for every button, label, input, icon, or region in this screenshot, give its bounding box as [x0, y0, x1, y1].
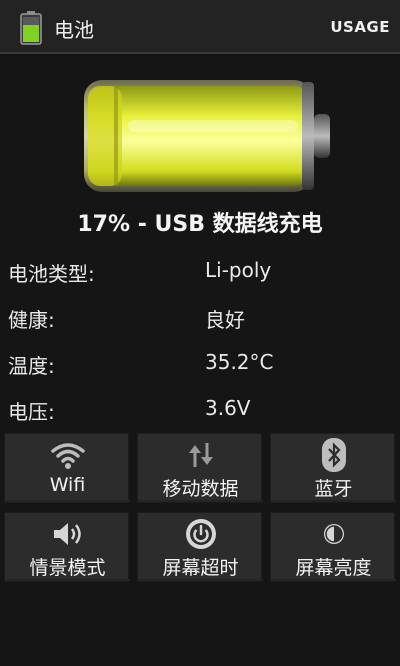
- info-label: 温度:: [8, 354, 55, 378]
- toggle-mobile-data[interactable]: 移动数据: [137, 433, 263, 503]
- app-title: 电池: [54, 18, 94, 42]
- bluetooth-icon: [321, 438, 346, 472]
- usage-button[interactable]: USAGE: [330, 18, 390, 36]
- volume-icon: [53, 523, 81, 545]
- info-label: 电压:: [8, 400, 55, 424]
- wifi-icon: [50, 443, 85, 469]
- toggle-label: 蓝牙: [314, 478, 353, 500]
- toggle-bluetooth[interactable]: 蓝牙: [270, 433, 396, 503]
- toggle-screen-timeout[interactable]: 屏幕超时: [137, 512, 263, 582]
- info-row-battery-type: 电池类型: Li-poly: [0, 258, 400, 298]
- info-row-voltage: 电压: 3.6V: [0, 396, 400, 436]
- info-value: 35.2°C: [205, 350, 274, 374]
- info-label: 健康:: [8, 308, 55, 332]
- toggle-wifi[interactable]: Wifi: [4, 433, 130, 503]
- battery-app-icon[interactable]: [20, 11, 42, 45]
- toggle-label: 屏幕超时: [162, 557, 239, 579]
- info-label: 电池类型:: [8, 262, 95, 286]
- mobile-data-icon: [188, 443, 213, 467]
- toggle-label: 屏幕亮度: [295, 557, 372, 579]
- brightness-icon: [323, 524, 344, 544]
- action-bar: 电池 USAGE: [0, 0, 400, 54]
- info-value: 良好: [205, 308, 245, 332]
- info-value: Li-poly: [205, 258, 272, 282]
- battery-status-text: 17% - USB 数据线充电: [77, 212, 323, 237]
- toggle-label: 移动数据: [162, 478, 239, 500]
- toggle-sound-profile[interactable]: 情景模式: [4, 512, 130, 582]
- info-value: 3.6V: [205, 396, 251, 420]
- toggle-screen-brightness[interactable]: 屏幕亮度: [270, 512, 396, 582]
- info-row-temperature: 温度: 35.2°C: [0, 350, 400, 390]
- battery-level-graphic: [84, 80, 330, 192]
- toggle-label: Wifi: [49, 474, 86, 496]
- power-icon: [185, 519, 216, 549]
- toggle-label: 情景模式: [29, 557, 106, 579]
- info-row-health: 健康: 良好: [0, 304, 400, 344]
